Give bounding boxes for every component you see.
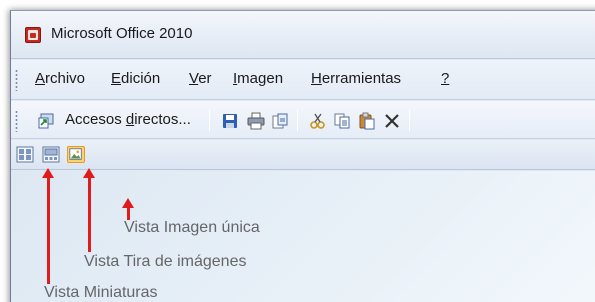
standard-toolbar: Accesos directos...	[11, 101, 595, 139]
menu-help[interactable]: ?	[441, 70, 449, 87]
office-app-icon[interactable]	[25, 27, 41, 43]
image-viewer-area[interactable]	[11, 171, 595, 302]
send-icon[interactable]	[271, 112, 289, 130]
delete-icon[interactable]	[383, 112, 401, 130]
menu-herramientas[interactable]: Herramientas	[311, 70, 401, 87]
menu-bar: Archivo Edición Ver Imagen Herramientas …	[11, 60, 595, 100]
menu-grip-handle[interactable]	[15, 69, 18, 91]
thumbnails-view-button[interactable]	[16, 146, 34, 163]
menu-archivo[interactable]: Archivo	[35, 70, 85, 87]
paste-icon[interactable]	[358, 112, 376, 130]
cut-icon[interactable]	[309, 112, 327, 130]
arrow-thumbnails	[47, 176, 50, 284]
menu-edicion[interactable]: Edición	[111, 70, 160, 87]
screenshot: Microsoft Office 2010 Archivo Edición Ve…	[0, 0, 595, 302]
menu-ver[interactable]: Ver	[189, 70, 212, 87]
save-icon[interactable]	[221, 112, 239, 130]
filmstrip-view-button[interactable]	[42, 146, 60, 163]
copy-icon[interactable]	[333, 112, 351, 130]
label-thumbnails-view: Vista Miniaturas	[44, 284, 158, 301]
label-single-image-view: Vista Imagen única	[124, 219, 260, 236]
label-filmstrip-view: Vista Tira de imágenes	[84, 253, 247, 270]
toolbar-separator	[297, 109, 298, 131]
print-icon[interactable]	[247, 112, 265, 130]
title-bar: Microsoft Office 2010	[11, 11, 595, 59]
toolbar-separator	[409, 109, 410, 131]
window-title: Microsoft Office 2010	[51, 25, 193, 42]
single-image-view-button[interactable]	[67, 146, 85, 163]
shortcuts-button[interactable]: Accesos directos...	[65, 111, 191, 128]
view-toolbar	[11, 140, 595, 170]
menu-imagen[interactable]: Imagen	[233, 70, 283, 87]
toolbar-grip-handle[interactable]	[15, 110, 18, 132]
shortcuts-icon[interactable]	[37, 112, 55, 130]
toolbar-separator	[209, 109, 210, 131]
arrow-filmstrip	[88, 176, 91, 252]
arrow-single-image	[127, 206, 130, 220]
